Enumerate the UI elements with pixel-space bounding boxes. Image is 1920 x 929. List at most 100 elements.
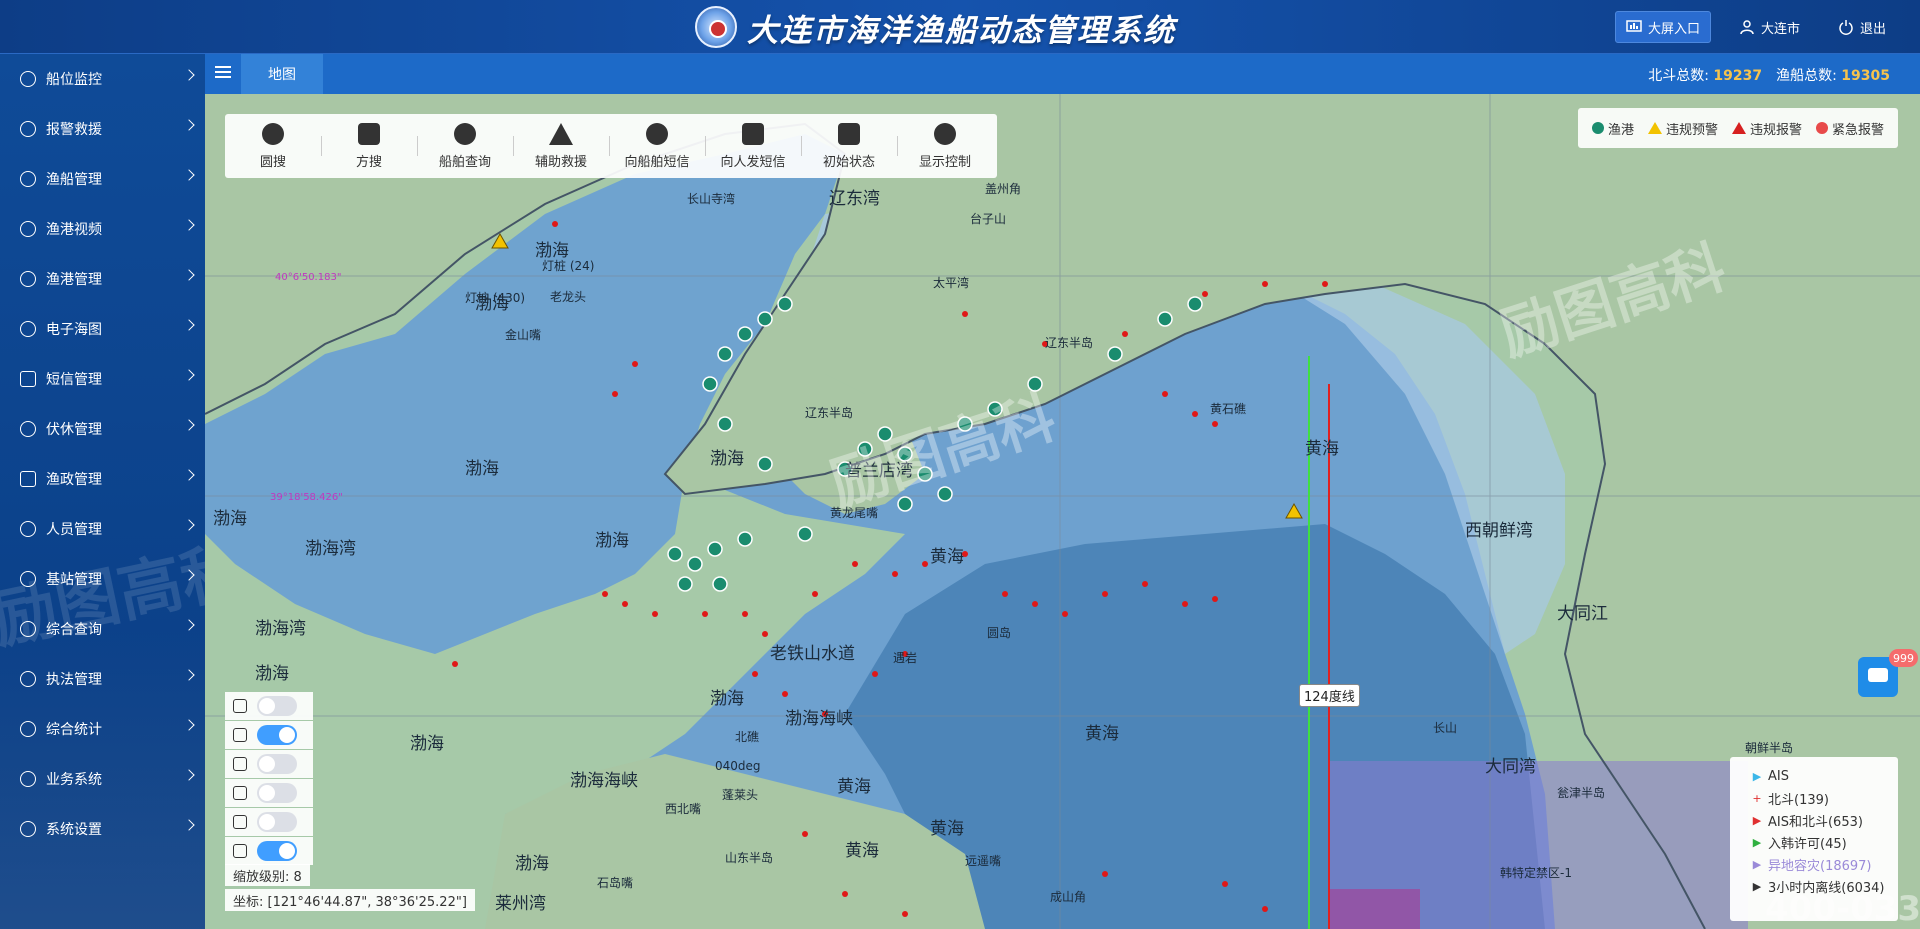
ship-sms-button[interactable]: 向船舶短信 xyxy=(609,114,705,178)
chevron-right-icon xyxy=(183,619,195,631)
map-label: 渤海 xyxy=(710,449,744,469)
envelope-icon xyxy=(742,122,764,145)
layer-switch[interactable] xyxy=(257,783,297,803)
chat-badge: 999 xyxy=(1889,649,1918,667)
rescue-button[interactable]: 辅助救援 xyxy=(513,114,609,178)
fishing-count-group: 渔船总数: 19305 xyxy=(1776,65,1890,85)
map-label: 黄石礁 xyxy=(1210,402,1247,416)
pen-icon xyxy=(233,786,247,800)
map-label: 太平湾 xyxy=(933,276,970,290)
map-label: 远遥嘴 xyxy=(965,854,1002,868)
big-screen-button[interactable]: 大屏入口 xyxy=(1614,11,1711,43)
sidebar-item-label: 渔港视频 xyxy=(46,222,102,238)
sidebar-item-law-enforcement[interactable]: 执法管理 xyxy=(0,654,205,704)
legend-row[interactable]: ▶ AIS xyxy=(1750,765,1898,787)
user-name: 大连市 xyxy=(1760,21,1800,37)
sidebar-item-electronic-chart[interactable]: 电子海图 xyxy=(0,304,205,354)
sidebar-item-settings[interactable]: 系统设置 xyxy=(0,804,205,854)
legend-label: AIS xyxy=(1768,768,1789,784)
map-label: 石岛嘴 xyxy=(597,876,634,890)
sidebar-item-business[interactable]: 业务系统 xyxy=(0,754,205,804)
sidebar-item-fishing-moratorium[interactable]: 伏休管理 xyxy=(0,404,205,454)
logout-button[interactable]: 退出 xyxy=(1828,11,1896,43)
layer-switch[interactable] xyxy=(257,754,297,774)
sidebar-item-fishery-admin[interactable]: 渔政管理 xyxy=(0,454,205,504)
map-label: 黄海 xyxy=(845,841,879,861)
sea-chart-map[interactable]: 辽东湾 渤海 渤海 渤海 渤海 渤海 渤海 渤海 渤海 渤海 渤海 渤海湾 渤海… xyxy=(205,94,1920,929)
chevron-right-icon xyxy=(183,719,195,731)
legend-label: 违规预警 xyxy=(1665,122,1718,138)
legend-row[interactable]: + 北斗(139) xyxy=(1750,787,1898,809)
display-control-button[interactable]: 显示控制 xyxy=(897,114,993,178)
emblem-icon xyxy=(695,6,737,48)
crop-icon xyxy=(233,815,247,829)
ship-search-button[interactable]: 船舶查询 xyxy=(417,114,513,178)
sidebar-item-label: 渔政管理 xyxy=(46,472,102,488)
user-icon xyxy=(1740,20,1754,35)
sidebar-item-port-video[interactable]: 渔港视频 xyxy=(0,204,205,254)
map-label: 辽东半岛 xyxy=(1045,336,1094,350)
map-label: 40°6'50.183" xyxy=(275,272,342,283)
map-label: 渤海 xyxy=(595,531,629,551)
layer-switch[interactable] xyxy=(257,696,297,716)
sidebar-item-base-station[interactable]: 基站管理 xyxy=(0,554,205,604)
beidou-icon: + xyxy=(1752,791,1762,805)
map-label: 圆岛 xyxy=(987,626,1012,640)
menu-collapse-icon[interactable] xyxy=(215,66,231,80)
sidebar-item-position-monitor[interactable]: 船位监控 xyxy=(0,54,205,104)
beidou-count-label: 北斗总数: xyxy=(1648,68,1709,84)
legend-row[interactable]: ▶ AIS和北斗(653) xyxy=(1750,809,1898,831)
map-label: 瓮津半岛 xyxy=(1557,786,1606,800)
sidebar-item-label: 报警救援 xyxy=(46,122,102,138)
legend-row[interactable]: ▶ 异地容灾(18697) xyxy=(1750,853,1898,875)
person-sms-button[interactable]: 向人发短信 xyxy=(705,114,801,178)
meridian-124-label: 124度线 xyxy=(1299,684,1360,707)
sidebar-item-personnel[interactable]: 人员管理 xyxy=(0,504,205,554)
layer-switch[interactable] xyxy=(257,812,297,832)
legend-label: 渔港 xyxy=(1607,122,1634,138)
backup-icon: ▶ xyxy=(1752,857,1762,871)
sidebar-item-alarm-rescue[interactable]: 报警救援 xyxy=(0,104,205,154)
square-search-button[interactable]: 方搜 xyxy=(321,114,417,178)
mail-icon xyxy=(20,371,36,387)
map-label: 渤海 xyxy=(255,664,289,684)
offline-icon: ▶ xyxy=(1752,879,1762,893)
map-label: 渤海海峡 xyxy=(785,709,853,729)
tool-label: 辅助救援 xyxy=(534,154,587,170)
sidebar-item-port-management[interactable]: 渔港管理 xyxy=(0,254,205,304)
chevron-right-icon xyxy=(183,769,195,781)
map-label: 成山角 xyxy=(1050,890,1087,904)
sidebar-item-fishing-boats[interactable]: 渔船管理 xyxy=(0,154,205,204)
legend-row[interactable]: ▶ 入韩许可(45) xyxy=(1750,831,1898,853)
fishing-count-label: 渔船总数: xyxy=(1776,68,1837,84)
circle-search-icon xyxy=(262,122,284,145)
layer-switch[interactable] xyxy=(257,841,297,861)
power-icon xyxy=(1839,20,1853,35)
sidebar-item-label: 船位监控 xyxy=(46,72,102,88)
sidebar: 励图高科 船位监控 报警救援 渔船管理 渔港视频 渔港管理 电子海图 短信管理 … xyxy=(0,54,205,929)
map-canvas xyxy=(205,94,1920,929)
sidebar-item-statistics[interactable]: 综合统计 xyxy=(0,704,205,754)
cursor-coordinate: 坐标: [121°46'44.87", 38°36'25.22"] xyxy=(225,889,475,911)
tab-map[interactable]: 地图 xyxy=(241,54,323,94)
sidebar-item-label: 综合查询 xyxy=(46,622,102,638)
zoom-level: 缩放级别: 8 xyxy=(225,864,310,886)
sidebar-item-sms[interactable]: 短信管理 xyxy=(0,354,205,404)
map-label: 朝鲜半岛 xyxy=(1745,741,1794,755)
ship-search-icon xyxy=(454,122,476,145)
reset-button[interactable]: 初始状态 xyxy=(801,114,897,178)
vessel-counts: 北斗总数: 19237 渔船总数: 19305 xyxy=(1648,65,1890,85)
sidebar-item-label: 渔船管理 xyxy=(46,172,102,188)
eye-icon xyxy=(934,122,956,145)
user-menu[interactable]: 大连市 xyxy=(1729,11,1810,43)
layer-switch[interactable] xyxy=(257,725,297,745)
sidebar-item-query[interactable]: 综合查询 xyxy=(0,604,205,654)
tool-label: 初始状态 xyxy=(822,154,875,170)
circle-search-button[interactable]: 圆搜 xyxy=(225,114,321,178)
alert-icon xyxy=(1731,122,1746,134)
tool-label: 向人发短信 xyxy=(720,154,786,170)
layer-icon xyxy=(233,728,247,742)
legend-warning: 违规预警 xyxy=(1647,119,1718,138)
header-actions: 大屏入口 大连市 退出 xyxy=(1614,10,1896,44)
map-label: 长山 xyxy=(1433,721,1458,735)
